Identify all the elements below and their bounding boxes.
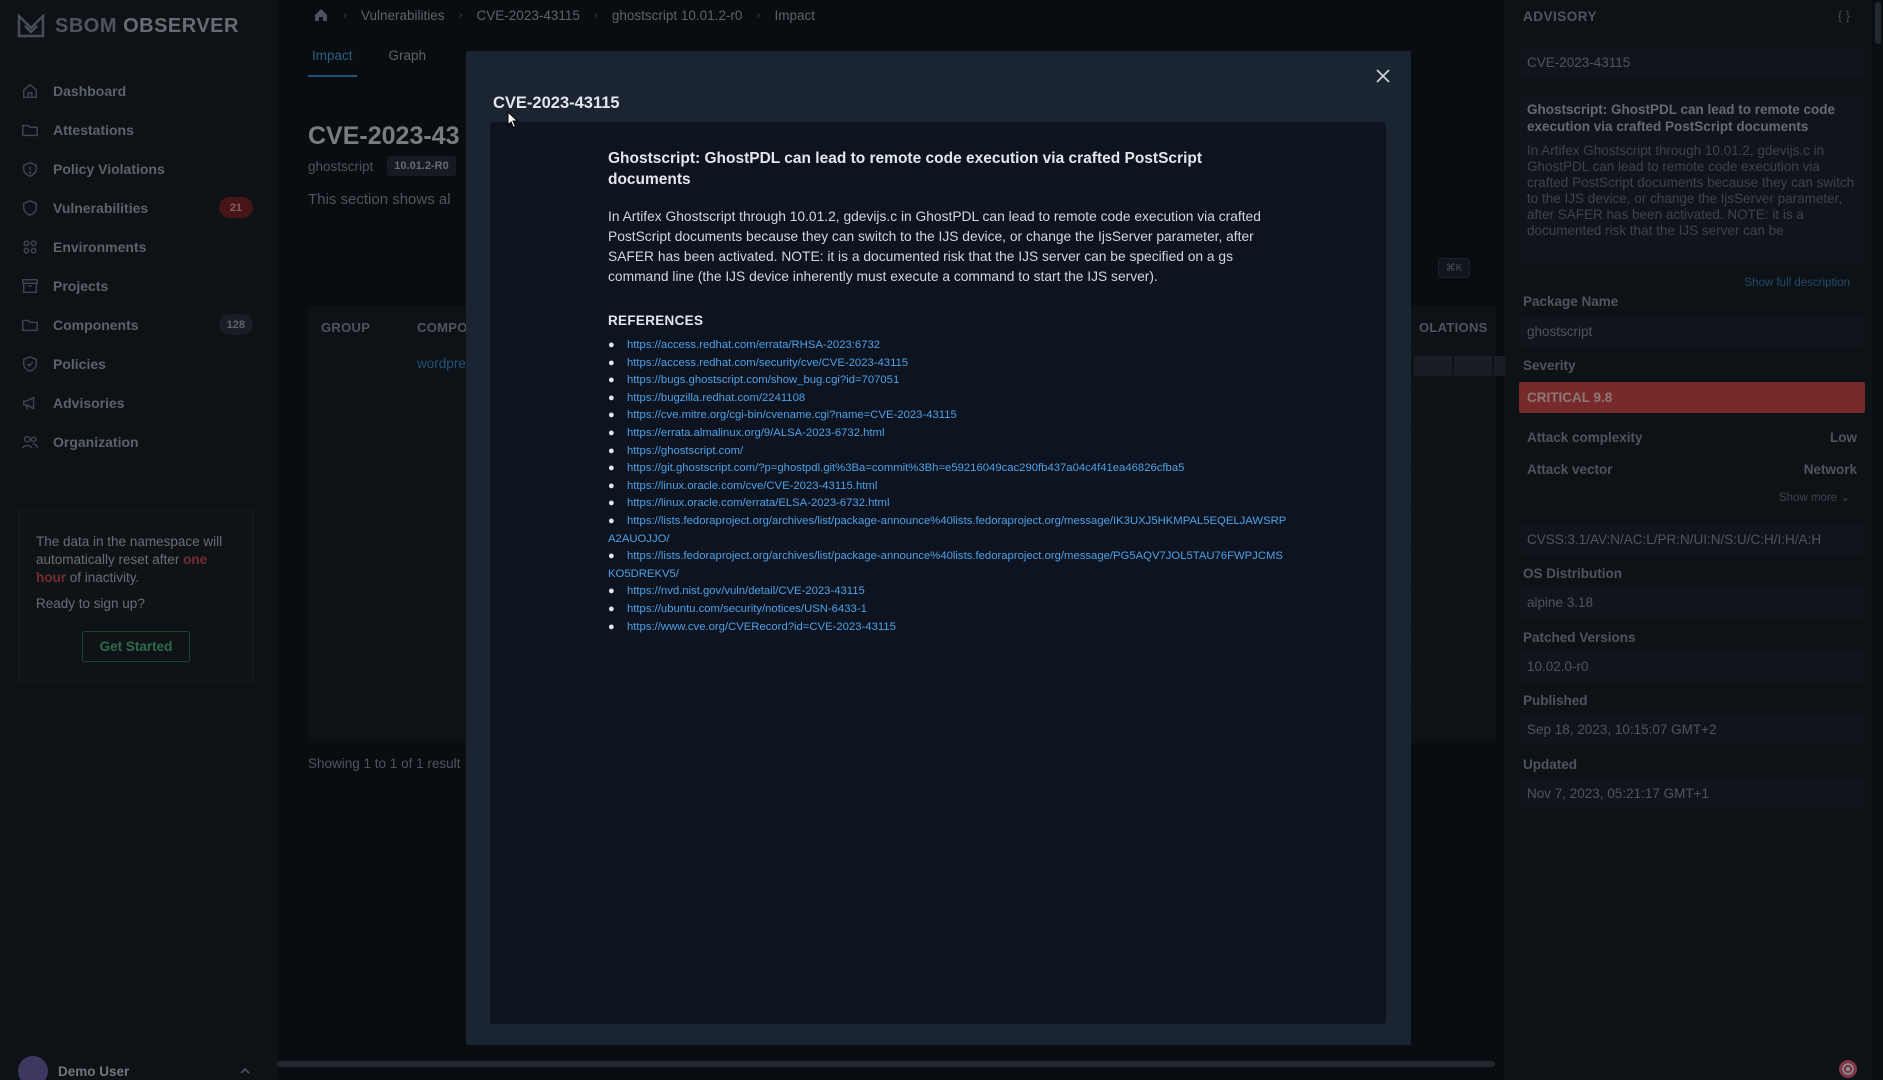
- references-heading: REFERENCES: [608, 313, 704, 328]
- reference-item[interactable]: ● https://www.cve.org/CVERecord?id=CVE-20…: [608, 619, 1288, 637]
- reference-item[interactable]: ● https://ubuntu.com/security/notices/USN…: [608, 601, 1288, 619]
- reference-item[interactable]: ● https://access.redhat.com/errata/RHSA-2…: [608, 337, 1288, 355]
- reference-item[interactable]: ● https://git.ghostscript.com/?p=ghostpdl…: [608, 460, 1288, 478]
- reference-item[interactable]: ● https://lists.fedoraproject.org/archive…: [608, 548, 1288, 583]
- reference-item[interactable]: ● https://nvd.nist.gov/vuln/detail/CVE-20…: [608, 583, 1288, 601]
- advisory-title: Ghostscript: GhostPDL can lead to remote…: [608, 150, 1203, 188]
- advisory-description-text: In Artifex Ghostscript through 10.01.2, …: [608, 209, 1261, 284]
- reference-item[interactable]: ● https://bugs.ghostscript.com/show_bug.c…: [608, 372, 1288, 390]
- close-icon[interactable]: [1373, 66, 1393, 86]
- reference-item[interactable]: ● https://linux.oracle.com/errata/ELSA-20…: [608, 495, 1288, 513]
- mouse-cursor-icon: [507, 111, 519, 129]
- reference-item[interactable]: ● https://lists.fedoraproject.org/archive…: [608, 513, 1288, 548]
- advisory-modal: CVE-2023-43115 Ghostscript: GhostPDL can…: [466, 51, 1411, 1045]
- reference-item[interactable]: ● https://access.redhat.com/security/cve/…: [608, 355, 1288, 373]
- reference-item[interactable]: ● https://bugzilla.redhat.com/2241108: [608, 390, 1288, 408]
- reference-item[interactable]: ● https://errata.almalinux.org/9/ALSA-202…: [608, 425, 1288, 443]
- reference-item[interactable]: ● https://cve.mitre.org/cgi-bin/cvename.c…: [608, 407, 1288, 425]
- references-list: ● https://access.redhat.com/errata/RHSA-2…: [608, 337, 1288, 636]
- reference-item[interactable]: ● https://ghostscript.com/: [608, 443, 1288, 461]
- modal-body: Ghostscript: GhostPDL can lead to remote…: [490, 122, 1386, 1024]
- reference-item[interactable]: ● https://linux.oracle.com/cve/CVE-2023-4…: [608, 478, 1288, 496]
